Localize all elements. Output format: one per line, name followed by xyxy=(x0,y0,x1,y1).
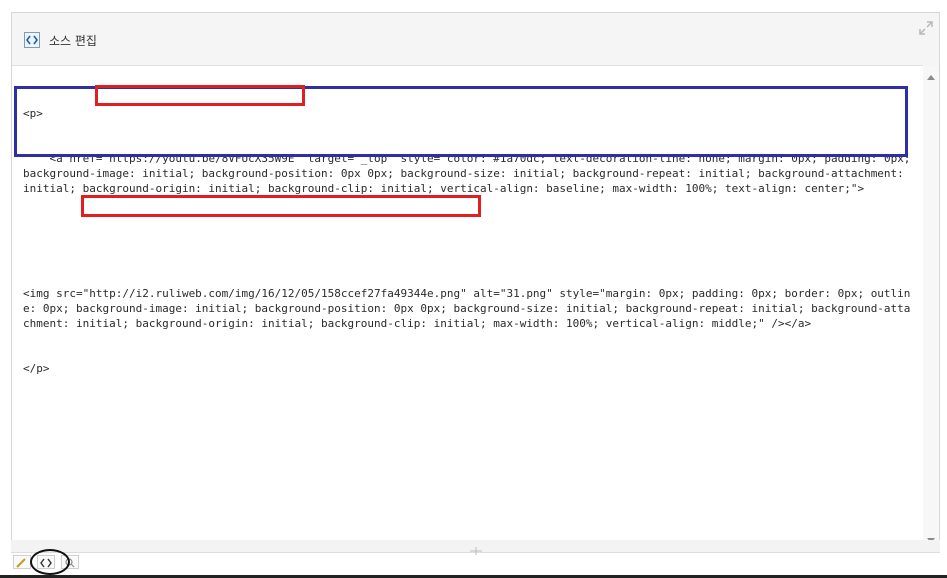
code-line: </p> xyxy=(23,362,50,375)
code-line: <img src="http://i2.ruliweb.com/img/16/1… xyxy=(23,287,911,330)
source-code-icon xyxy=(24,32,40,48)
annotation-red-box-href xyxy=(95,85,305,106)
scroll-up-arrow-icon[interactable] xyxy=(927,75,935,80)
code-line: <a href="https://youtu.be/8VFUcX35W9E" t… xyxy=(23,152,918,195)
vertical-scrollbar[interactable] xyxy=(923,65,939,551)
annotation-circle xyxy=(30,549,70,575)
annotation-red-box-img-src xyxy=(81,195,481,217)
pencil-icon[interactable] xyxy=(13,555,31,569)
editor-header: 소스 편집 xyxy=(12,13,939,66)
maximize-icon[interactable] xyxy=(919,21,933,40)
page-title: 소스 편집 xyxy=(49,34,97,48)
